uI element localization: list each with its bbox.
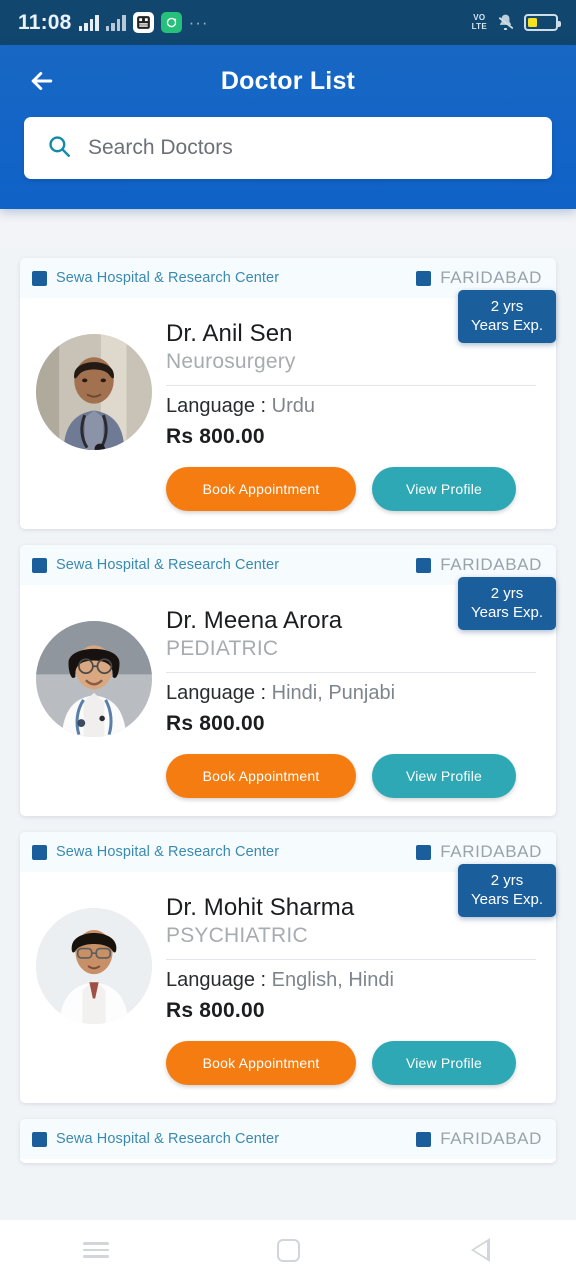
search-box[interactable]: [24, 117, 552, 179]
divider: [166, 959, 536, 960]
signal-bars-icon: [78, 14, 99, 31]
hospital-square-icon: [32, 844, 47, 860]
experience-years: 2 yrs: [490, 872, 524, 889]
view-profile-button[interactable]: View Profile: [372, 754, 516, 798]
language-label: Language :: [166, 682, 272, 704]
status-bar: 11:08 ··· VO LTE: [0, 0, 576, 45]
card-actions: Book Appointment View Profile: [166, 754, 536, 798]
app-bar: Doctor List: [0, 45, 576, 209]
experience-label: Years Exp.: [471, 317, 543, 334]
city-chip: FARIDABAD: [416, 842, 542, 862]
language-label: Language :: [166, 969, 272, 991]
status-clock: 11:08: [18, 10, 72, 34]
city-name: FARIDABAD: [440, 842, 542, 861]
home-icon[interactable]: [267, 1229, 309, 1271]
experience-badge: 2 yrs Years Exp.: [458, 577, 556, 630]
hospital-chip: Sewa Hospital & Research Center: [32, 844, 279, 860]
language-value: Urdu: [271, 395, 316, 417]
view-profile-button[interactable]: View Profile: [372, 1041, 516, 1085]
city-square-icon: [416, 557, 432, 573]
overflow-dots-icon: ···: [188, 12, 209, 32]
view-profile-button[interactable]: View Profile: [372, 467, 516, 511]
doctor-language: Language : English, Hindi: [166, 969, 536, 992]
doctor-language: Language : Hindi, Punjabi: [166, 682, 536, 705]
card-actions: Book Appointment View Profile: [166, 1041, 536, 1085]
doctor-fee: Rs 800.00: [166, 999, 265, 1022]
recents-icon[interactable]: [75, 1229, 117, 1271]
language-value: English, Hindi: [271, 969, 394, 991]
hospital-chip: Sewa Hospital & Research Center: [32, 1131, 279, 1147]
hospital-chip: Sewa Hospital & Research Center: [32, 270, 279, 286]
experience-years: 2 yrs: [490, 585, 524, 602]
city-chip: FARIDABAD: [416, 268, 542, 288]
language-value: Hindi, Punjabi: [271, 682, 396, 704]
doctor-specialty: Neurosurgery: [166, 350, 296, 373]
experience-label: Years Exp.: [471, 604, 543, 621]
hospital-square-icon: [32, 557, 47, 573]
back-icon[interactable]: [459, 1229, 501, 1271]
doctor-fee: Rs 800.00: [166, 712, 265, 735]
experience-badge: 2 yrs Years Exp.: [458, 290, 556, 343]
whatsapp-icon: [132, 12, 154, 33]
city-name: FARIDABAD: [440, 268, 542, 287]
experience-badge: 2 yrs Years Exp.: [458, 864, 556, 917]
language-label: Language :: [166, 395, 272, 417]
experience-label: Years Exp.: [471, 891, 543, 908]
battery-icon: [524, 14, 561, 31]
doctor-card[interactable]: Sewa Hospital & Research Center FARIDABA…: [20, 832, 556, 1103]
city-name: FARIDABAD: [440, 1129, 542, 1148]
city-square-icon: [416, 844, 432, 860]
volte-icon: VO LTE: [471, 13, 487, 31]
divider: [166, 385, 536, 386]
hospital-chip: Sewa Hospital & Research Center: [32, 557, 279, 573]
app-bar-top: Doctor List: [0, 45, 576, 117]
hospital-square-icon: [32, 270, 47, 286]
doctor-specialty: PEDIATRIC: [166, 637, 279, 660]
back-arrow-icon[interactable]: [22, 61, 62, 101]
experience-years: 2 yrs: [490, 298, 524, 315]
city-chip: FARIDABAD: [416, 555, 542, 575]
city-square-icon: [416, 1131, 432, 1147]
city-chip: FARIDABAD: [416, 1129, 542, 1149]
hospital-name: Sewa Hospital & Research Center: [56, 844, 280, 860]
avatar: [36, 908, 152, 1024]
doctor-card-partial[interactable]: Sewa Hospital & Research Center FARIDABA…: [20, 1119, 556, 1163]
search-input[interactable]: [88, 136, 530, 160]
book-appointment-button[interactable]: Book Appointment: [166, 467, 356, 511]
status-bar-right: VO LTE: [471, 13, 561, 32]
phone-screen: 11:08 ··· VO LTE Doctor List Search Doct…: [0, 0, 576, 1280]
avatar: [36, 621, 152, 737]
card-header: Sewa Hospital & Research Center FARIDABA…: [20, 1119, 556, 1159]
search-wrapper: [0, 117, 576, 179]
hospital-name: Sewa Hospital & Research Center: [56, 270, 280, 286]
hospital-name: Sewa Hospital & Research Center: [56, 1131, 280, 1147]
divider: [166, 672, 536, 673]
book-appointment-button[interactable]: Book Appointment: [166, 1041, 356, 1085]
hospital-square-icon: [32, 1131, 47, 1147]
doctor-info: Dr. Mohit Sharma PSYCHIATRIC Language : …: [166, 894, 540, 1085]
avatar: [36, 334, 152, 450]
system-nav-bar: [0, 1220, 576, 1280]
doctor-specialty: PSYCHIATRIC: [166, 924, 308, 947]
city-square-icon: [416, 270, 432, 286]
doctor-info: Dr. Anil Sen Neurosurgery Language : Urd…: [166, 320, 540, 511]
hospital-name: Sewa Hospital & Research Center: [56, 557, 280, 573]
status-bar-left: 11:08 ···: [18, 11, 209, 35]
doctor-language: Language : Urdu: [166, 395, 536, 418]
signal-bars-dim-icon: [105, 14, 126, 31]
page-title: Doctor List: [220, 66, 356, 95]
doctor-fee: Rs 800.00: [166, 425, 265, 448]
search-icon: [46, 133, 72, 164]
book-appointment-button[interactable]: Book Appointment: [166, 754, 356, 798]
doctor-list[interactable]: Sewa Hospital & Research Center FARIDABA…: [0, 248, 576, 1220]
city-name: FARIDABAD: [440, 555, 542, 574]
doctor-card[interactable]: Sewa Hospital & Research Center FARIDABA…: [20, 545, 556, 816]
green-app-icon: [160, 12, 182, 33]
doctor-card[interactable]: Sewa Hospital & Research Center FARIDABA…: [20, 258, 556, 529]
doctor-info: Dr. Meena Arora PEDIATRIC Language : Hin…: [166, 607, 540, 798]
card-actions: Book Appointment View Profile: [166, 467, 536, 511]
mute-bell-icon: [496, 13, 515, 32]
